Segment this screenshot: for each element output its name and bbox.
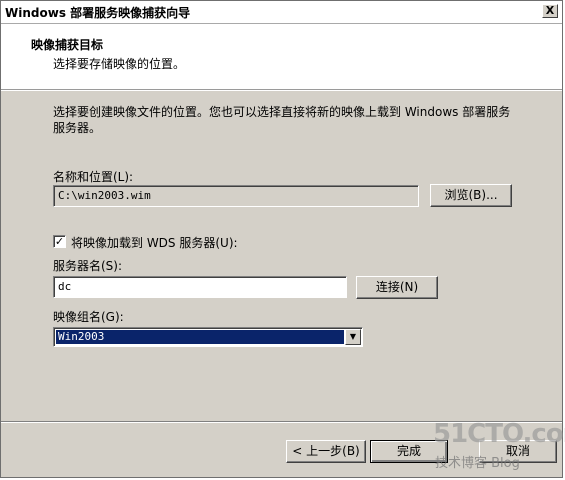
upload-checkbox[interactable]: ✓ — [53, 235, 66, 248]
upload-checkbox-label[interactable]: 将映像加载到 WDS 服务器(U): — [71, 234, 238, 251]
window-title: Windows 部署服务映像捕获向导 — [5, 6, 191, 20]
title-bar[interactable]: Windows 部署服务映像捕获向导 X — [1, 1, 562, 24]
name-location-field[interactable]: C:\win2003.wim — [53, 185, 419, 207]
wizard-window: Windows 部署服务映像捕获向导 X 映像捕获目标 选择要存储映像的位置。 … — [0, 0, 565, 478]
page-title: 映像捕获目标 — [31, 38, 104, 52]
header-divider — [1, 90, 562, 91]
connect-button[interactable]: 连接(N) — [356, 276, 438, 299]
image-group-label: 映像组名(G): — [53, 310, 124, 324]
page-subtitle: 选择要存储映像的位置。 — [53, 57, 186, 71]
server-name-label: 服务器名(S): — [53, 259, 123, 273]
name-location-label: 名称和位置(L): — [53, 170, 134, 184]
footer-divider-highlight — [1, 422, 562, 423]
browse-button[interactable]: 浏览(B)... — [430, 184, 512, 207]
cancel-button[interactable]: 取消 — [479, 440, 557, 463]
finish-button[interactable]: 完成 — [370, 440, 448, 463]
image-group-selected: Win2003 — [56, 330, 344, 344]
server-name-input[interactable]: dc — [53, 276, 347, 298]
image-group-select[interactable]: Win2003 ▼ — [53, 327, 363, 347]
back-button[interactable]: < 上一步(B) — [286, 440, 366, 463]
chevron-down-icon[interactable]: ▼ — [345, 329, 361, 345]
description-text: 选择要创建映像文件的位置。您也可以选择直接将新的映像上载到 Windows 部署… — [53, 105, 511, 135]
close-button[interactable]: X — [542, 4, 558, 18]
wizard-header: 映像捕获目标 选择要存储映像的位置。 — [1, 24, 562, 90]
